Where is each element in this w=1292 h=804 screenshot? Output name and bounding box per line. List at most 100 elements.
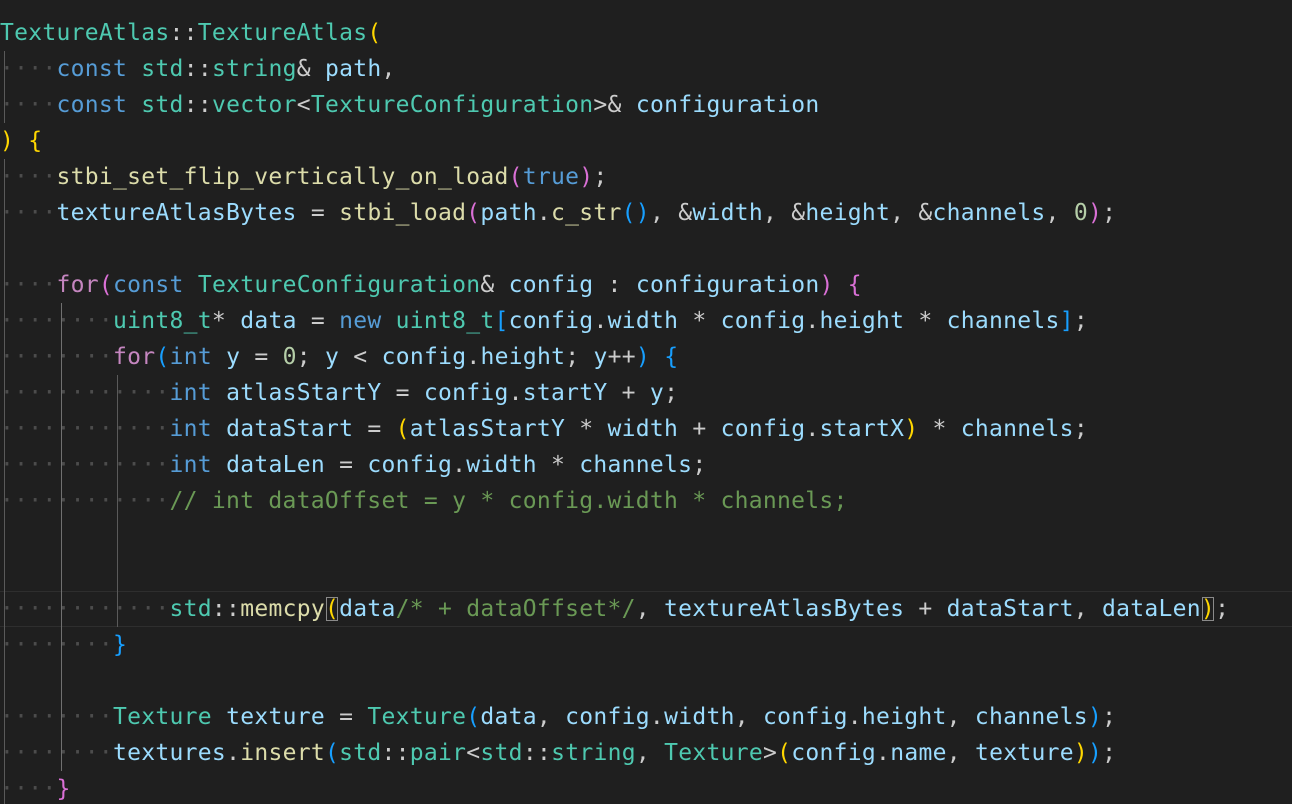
code-token: ( (466, 200, 481, 226)
code-token: dataStart (946, 596, 1074, 622)
code-token: < (339, 344, 382, 370)
code-token: config (423, 380, 509, 406)
code-line[interactable]: TextureAtlas::TextureAtlas( (0, 15, 1292, 51)
code-line[interactable] (0, 555, 1292, 591)
code-token: ) (1088, 740, 1103, 766)
code-token: string (551, 740, 636, 766)
code-token: true (522, 164, 580, 190)
code-line[interactable]: ····for(const TextureConfiguration& conf… (0, 267, 1292, 303)
code-token: ] (1059, 308, 1074, 334)
code-token: insert (240, 740, 325, 766)
code-line[interactable]: ············int dataLen = config.width *… (0, 447, 1292, 483)
code-token: + (607, 380, 650, 406)
code-token: , (536, 704, 566, 730)
code-token: : (593, 272, 636, 298)
code-token: ( (324, 596, 340, 622)
code-token: = (324, 452, 368, 478)
code-token: ; (1102, 740, 1117, 766)
code-token: () (621, 200, 650, 226)
code-token: y (325, 344, 340, 370)
code-token: config (791, 740, 877, 766)
code-line[interactable]: ········textures.insert(std::pair<std::s… (0, 735, 1292, 771)
code-line[interactable]: ············// int dataOffset = y * conf… (0, 483, 1292, 519)
code-token: vector (211, 92, 297, 118)
code-token: ; (1073, 416, 1088, 442)
code-token: , (1073, 596, 1103, 622)
code-token: . (805, 308, 820, 334)
whitespace-dots: ···· (0, 272, 57, 298)
code-token: ) (0, 128, 15, 154)
code-token: // int dataOffset = y * config.width * c… (169, 488, 848, 514)
code-token: ) (1200, 596, 1216, 622)
code-token: = (296, 200, 340, 226)
code-line[interactable]: ········} (0, 627, 1292, 663)
code-line[interactable]: ) { (0, 123, 1292, 159)
code-token: } (113, 632, 128, 658)
code-line[interactable] (0, 231, 1292, 267)
whitespace-dots: ········ (0, 344, 114, 370)
whitespace-dots: ········ (0, 308, 114, 334)
indent-guide (4, 159, 5, 804)
code-token: int (169, 380, 212, 406)
code-token: = (296, 308, 340, 334)
code-line[interactable]: ····const std::vector<TextureConfigurati… (0, 87, 1292, 123)
code-token: :: (183, 92, 212, 118)
code-token: ++ (607, 344, 636, 370)
code-token: 0 (282, 344, 297, 370)
code-token: height (805, 200, 891, 226)
code-token: width (692, 200, 763, 226)
code-line[interactable]: ········for(int y = 0; y < config.height… (0, 339, 1292, 375)
code-token: startY (522, 380, 608, 406)
code-token: = (353, 416, 396, 442)
code-token: + (678, 416, 721, 442)
code-line[interactable]: ····const std::string& path, (0, 51, 1292, 87)
code-line[interactable] (0, 663, 1292, 699)
code-token: uint8_t (113, 308, 212, 334)
code-line[interactable]: ········uint8_t* data = new uint8_t[conf… (0, 303, 1292, 339)
code-token: . (876, 740, 891, 766)
code-token: , & (649, 200, 693, 226)
code-token: ; (1102, 200, 1117, 226)
code-token: [ (494, 308, 509, 334)
indent-guide (4, 51, 5, 123)
code-line[interactable]: ····} (0, 771, 1292, 804)
whitespace-dots: ········ (0, 632, 114, 658)
code-editor[interactable]: TextureAtlas::TextureAtlas(····const std… (0, 0, 1292, 804)
code-token: , (635, 596, 665, 622)
code-token: * (565, 416, 608, 442)
code-token: TextureConfiguration (310, 92, 594, 118)
code-token: :: (522, 740, 552, 766)
code-token: textureAtlasBytes (664, 596, 905, 622)
code-line[interactable]: ····stbi_set_flip_vertically_on_load(tru… (0, 159, 1292, 195)
code-line[interactable]: ············std::memcpy(data/* + dataOff… (0, 591, 1292, 627)
code-token: for (56, 272, 99, 298)
code-token: data (480, 704, 537, 730)
code-line[interactable] (0, 519, 1292, 555)
code-token: width (607, 308, 679, 334)
code-line[interactable]: ············int dataStart = (atlasStartY… (0, 411, 1292, 447)
code-token: height (480, 344, 566, 370)
code-token: name (890, 740, 947, 766)
code-line[interactable]: ····textureAtlasBytes = stbi_load(path.c… (0, 195, 1292, 231)
code-token: = (381, 380, 424, 406)
code-token: Texture (367, 704, 467, 730)
code-token: config (381, 344, 467, 370)
code-token: y (593, 344, 608, 370)
code-token: config (720, 416, 806, 442)
code-line[interactable]: ············int atlasStartY = config.sta… (0, 375, 1292, 411)
code-token: ( (395, 416, 410, 442)
code-token: new (339, 308, 382, 334)
code-token: const (56, 92, 128, 118)
code-token: ; (1215, 596, 1230, 622)
code-token: :: (211, 596, 241, 622)
code-token: { (664, 344, 679, 370)
code-token: ( (98, 272, 114, 298)
code-line[interactable]: ········Texture texture = Texture(data, … (0, 699, 1292, 735)
